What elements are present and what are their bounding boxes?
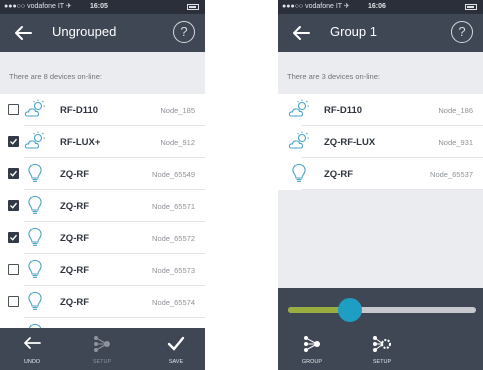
empty-area	[278, 190, 483, 288]
navigation-bar: Ungrouped ?	[0, 14, 205, 52]
bottom-panel: GROUP SETUP	[278, 288, 483, 370]
page-title: Group 1	[330, 24, 377, 39]
device-checkbox[interactable]	[8, 104, 19, 115]
device-row[interactable]: RF-D110 Node_185	[0, 94, 205, 126]
device-row[interactable]: ZQ-RF Node_65549	[0, 158, 205, 190]
device-node-id: Node_65571	[152, 202, 195, 211]
device-node-id: Node_65574	[152, 298, 195, 307]
checkmark-icon	[167, 336, 185, 351]
lightbulb-icon	[24, 162, 46, 184]
device-name: ZQ-RF	[324, 169, 354, 180]
save-button[interactable]: SAVE	[156, 328, 196, 370]
lightbulb-icon	[24, 290, 46, 312]
device-checkbox[interactable]	[8, 200, 19, 211]
group-screen: ●●●○○ vodafone IT ✈ 16:06 Group 1 ? Ther…	[278, 0, 483, 370]
devices-online-banner: There are 3 devices on-line:	[278, 52, 483, 94]
device-name: RF-D110	[324, 105, 363, 116]
device-name: RF-D110	[60, 105, 99, 116]
device-name: ZQ-RF-LUX	[324, 137, 376, 148]
device-node-id: Node_912	[160, 138, 195, 147]
device-name: ZQ-RF	[60, 265, 90, 276]
setup-button[interactable]: SETUP	[362, 328, 402, 370]
device-node-id: Node_186	[438, 106, 473, 115]
device-node-id: Node_185	[160, 106, 195, 115]
device-row[interactable]: ZQ-RF Node_65573	[0, 254, 205, 286]
slider-thumb[interactable]	[338, 298, 363, 322]
device-name: ZQ-RF	[60, 169, 90, 180]
back-arrow-icon[interactable]	[288, 20, 314, 46]
lightbulb-icon	[24, 194, 46, 216]
cloud-sun-icon	[288, 130, 310, 152]
group-label: GROUP	[301, 359, 323, 365]
device-checkbox[interactable]	[8, 296, 19, 307]
back-arrow-icon[interactable]	[10, 20, 36, 46]
page-title: Ungrouped	[52, 24, 117, 39]
clock: 16:05	[90, 3, 108, 10]
device-name: ZQ-RF	[60, 297, 90, 308]
device-node-id: Node_65537	[430, 170, 473, 179]
device-row[interactable]: ZQ-RF Node_65537	[278, 158, 483, 190]
lightbulb-icon	[24, 226, 46, 248]
device-checkbox[interactable]	[8, 168, 19, 179]
status-bar: ●●●○○ vodafone IT ✈ 16:05	[0, 0, 205, 14]
device-name: ZQ-RF	[60, 201, 90, 212]
help-icon[interactable]: ?	[173, 21, 195, 43]
device-row[interactable]: ZQ-RF Node_65572	[0, 222, 205, 254]
save-label: SAVE	[168, 359, 184, 365]
clock: 16:06	[368, 3, 386, 10]
undo-label: UNDO	[23, 359, 41, 365]
devices-online-text: There are 3 devices on-line:	[287, 72, 380, 81]
device-row[interactable]: ZQ-RF-LUX Node_931	[278, 126, 483, 158]
setup-button[interactable]: SETUP	[82, 328, 122, 370]
devices-online-banner: There are 8 devices on-line:	[0, 52, 205, 94]
cloud-sun-icon	[24, 98, 46, 120]
device-node-id: Node_65549	[152, 170, 195, 179]
device-row[interactable]: ZQ-RF Node_65571	[0, 190, 205, 222]
device-checkbox[interactable]	[8, 264, 19, 275]
network-gear-icon	[373, 336, 391, 352]
lightbulb-icon	[24, 258, 46, 280]
device-node-id: Node_65572	[152, 234, 195, 243]
device-name: RF-LUX+	[60, 137, 101, 148]
lightbulb-icon	[288, 162, 310, 184]
navigation-bar: Group 1 ?	[278, 14, 483, 52]
help-icon[interactable]: ?	[451, 21, 473, 43]
carrier-label: ●●●○○ vodafone IT ✈	[282, 3, 350, 10]
setup-label: SETUP	[92, 359, 112, 365]
device-row[interactable]: RF-D110 Node_186	[278, 94, 483, 126]
device-node-id: Node_65573	[152, 266, 195, 275]
battery-icon	[187, 4, 199, 10]
undo-button[interactable]: UNDO	[12, 328, 52, 370]
network-icon	[304, 336, 320, 352]
network-icon	[94, 336, 110, 352]
device-row[interactable]: RF-LUX+ Node_912	[0, 126, 205, 158]
group-button[interactable]: GROUP	[292, 328, 332, 370]
device-row[interactable]: ZQ-RF Node_65574	[0, 286, 205, 318]
cloud-sun-icon	[288, 98, 310, 120]
cloud-sun-icon	[24, 130, 46, 152]
setup-label: SETUP	[372, 359, 392, 365]
battery-icon	[465, 4, 477, 10]
ungrouped-screen: ●●●○○ vodafone IT ✈ 16:05 Ungrouped ? Th…	[0, 0, 205, 370]
device-checkbox[interactable]	[8, 136, 19, 147]
device-node-id: Node_931	[438, 138, 473, 147]
devices-online-text: There are 8 devices on-line:	[9, 72, 102, 81]
device-name: ZQ-RF	[60, 233, 90, 244]
carrier-label: ●●●○○ vodafone IT ✈	[4, 3, 72, 10]
bottom-toolbar: UNDO SETUP SAVE	[0, 328, 205, 370]
status-bar: ●●●○○ vodafone IT ✈ 16:06	[278, 0, 483, 14]
device-checkbox[interactable]	[8, 232, 19, 243]
